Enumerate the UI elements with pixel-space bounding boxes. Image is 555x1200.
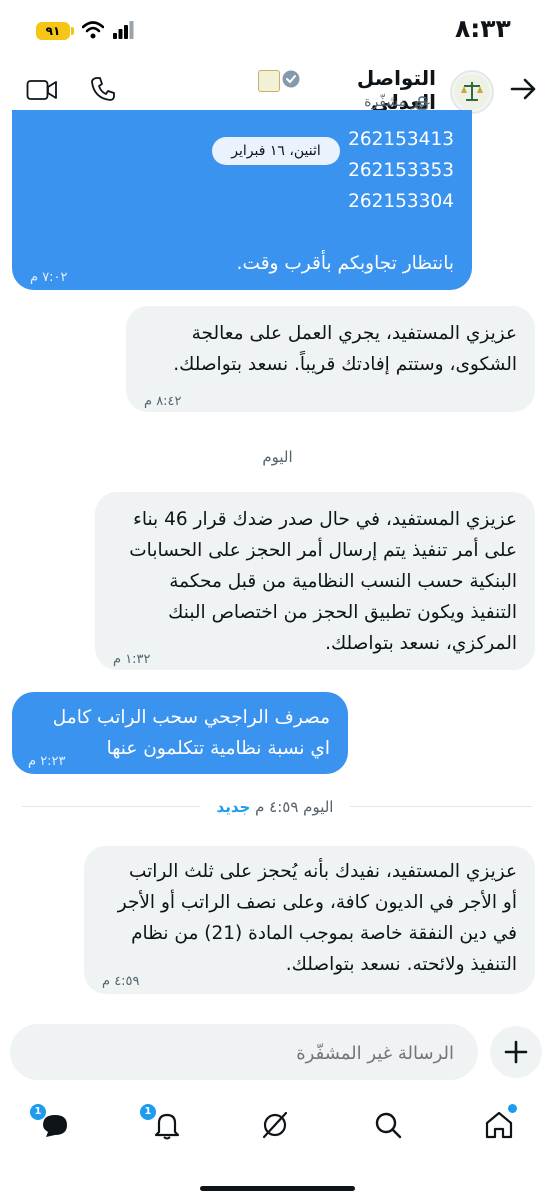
justice-logo-icon [454, 74, 490, 110]
notifications-badge: 1 [140, 1104, 156, 1120]
home-icon[interactable] [482, 1108, 516, 1142]
verified-badge-icon [282, 70, 300, 88]
message-input[interactable] [32, 1024, 456, 1082]
unlocked-icon [416, 96, 428, 110]
message-text: عزيزي المستفيد، نفيدك بأنه يُحجز على ثلث… [117, 861, 517, 975]
message-incoming[interactable]: عزيزي المستفيد، في حال صدر ضدك قرار 46 ب… [95, 492, 535, 670]
message-incoming[interactable]: عزيزي المستفيد، يجري العمل على معالجة ال… [126, 306, 535, 412]
phone-call-icon[interactable] [90, 76, 116, 102]
encryption-status: غير مشفّرة [364, 94, 430, 110]
message-time: ٤:٥٩ م [102, 974, 140, 989]
video-call-icon[interactable] [26, 78, 58, 102]
message-text: مصرف الراجحي سحب الراتب كامل اي نسبة نظا… [52, 707, 330, 759]
message-outgoing[interactable]: مصرف الراجحي سحب الراتب كامل اي نسبة نظا… [12, 692, 348, 774]
plus-icon [504, 1040, 528, 1064]
message-time: ١:٣٢ م [113, 652, 151, 667]
organization-badge-icon [258, 70, 280, 92]
home-indicator [200, 1186, 355, 1191]
new-messages-label: اليوم ٤:٥٩ م جديد [200, 796, 350, 818]
grok-icon[interactable] [258, 1108, 292, 1142]
add-attachment-button[interactable] [490, 1026, 542, 1078]
cellular-signal-icon [113, 21, 134, 39]
message-text: عزيزي المستفيد، في حال صدر ضدك قرار 46 ب… [129, 509, 517, 654]
status-time: ٨:٣٣ [455, 14, 511, 43]
message-composer[interactable] [10, 1024, 478, 1082]
message-text: عزيزي المستفيد، يجري العمل على معالجة ال… [173, 323, 517, 375]
messages-badge: 1 [30, 1104, 46, 1120]
new-separator-time: اليوم ٤:٥٩ م [255, 798, 334, 816]
wifi-icon [82, 21, 104, 39]
avatar[interactable] [450, 70, 494, 114]
back-arrow-icon[interactable] [508, 76, 538, 102]
day-separator: اليوم [262, 448, 293, 466]
message-time: ٧:٠٢ م [30, 270, 68, 285]
message-incoming[interactable]: عزيزي المستفيد، نفيدك بأنه يُحجز على ثلث… [84, 846, 535, 994]
search-icon[interactable] [371, 1108, 405, 1142]
battery-icon: ٩١ [36, 22, 70, 40]
home-notification-dot [508, 1104, 517, 1113]
message-time: ٢:٢٣ م [28, 754, 66, 769]
date-chip: اثنين، ١٦ فبراير [212, 137, 340, 165]
message-time: ٨:٤٢ م [144, 394, 182, 409]
new-separator-badge: جديد [216, 798, 251, 816]
battery-tip [71, 27, 74, 35]
